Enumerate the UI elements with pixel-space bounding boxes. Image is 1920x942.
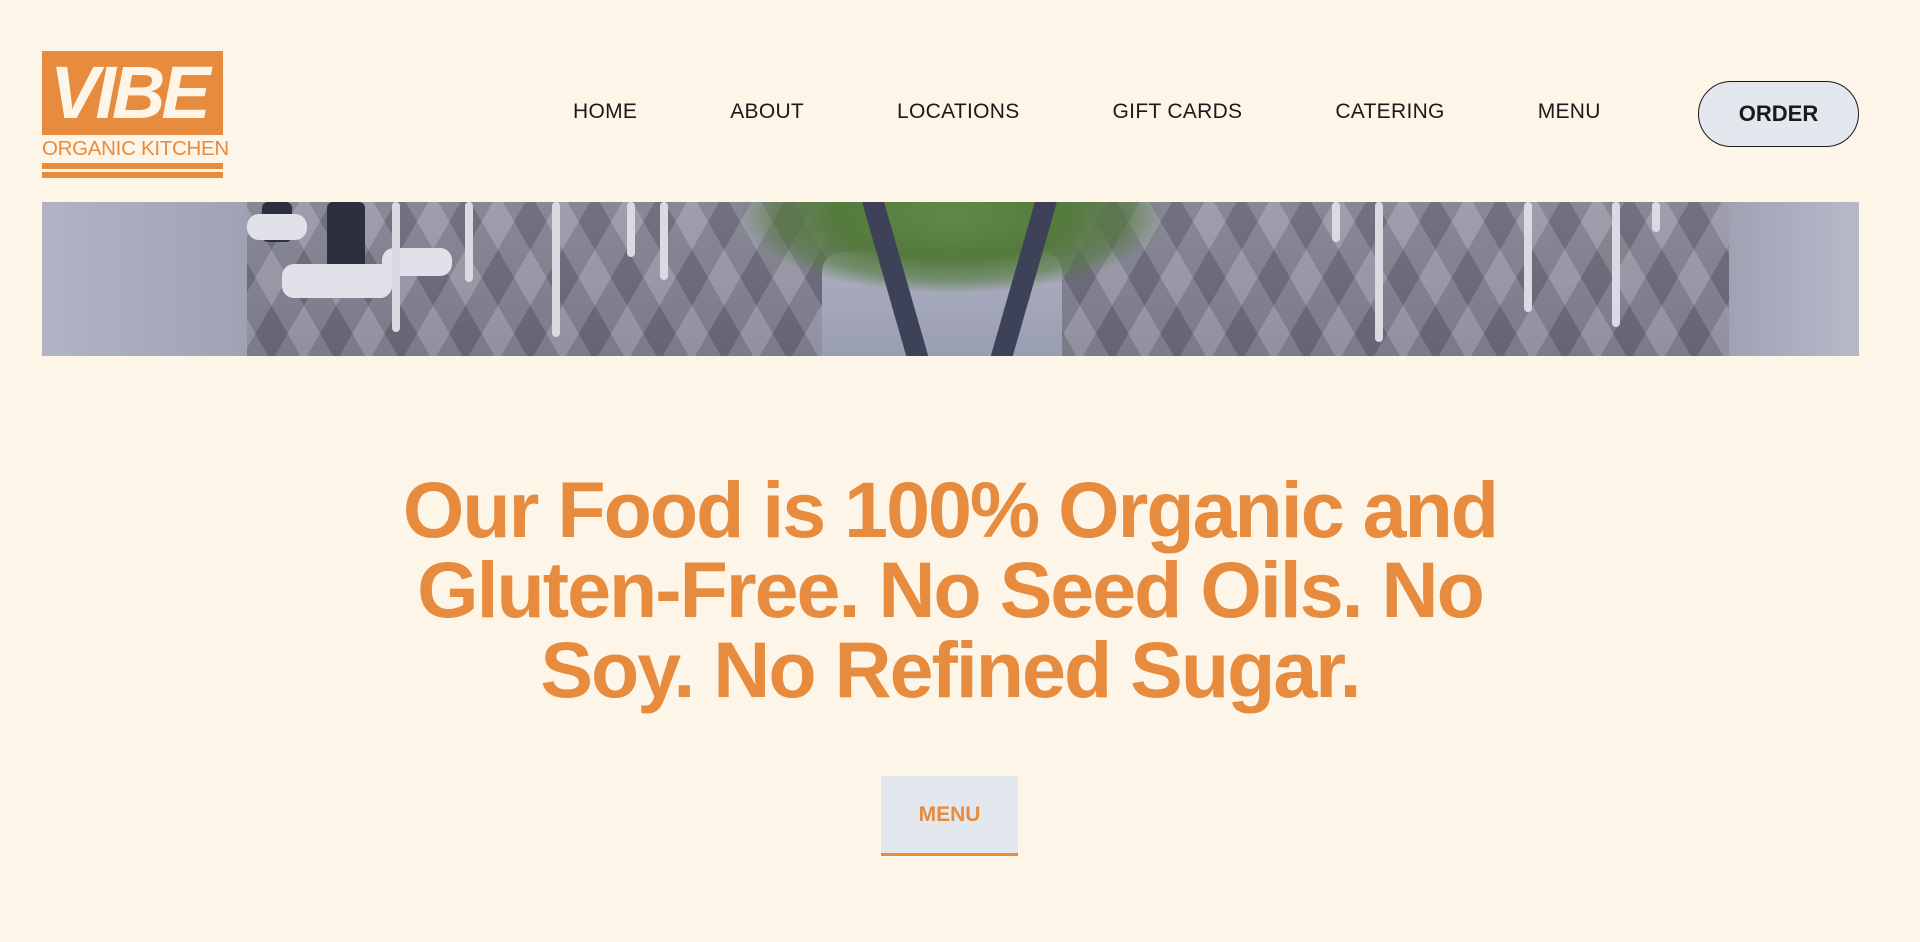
logo-subtitle-area: ORGANIC KITCHEN — [42, 135, 229, 178]
logo-stripe — [42, 172, 223, 178]
brand-logo[interactable]: VIBE ORGANIC KITCHEN — [42, 51, 229, 178]
nav-item-menu[interactable]: MENU — [1538, 100, 1601, 124]
logo-subtitle: ORGANIC KITCHEN — [42, 137, 229, 160]
hero-headline: Our Food is 100% Organic and Gluten-Free… — [402, 465, 1499, 714]
logo-mark: VIBE — [42, 51, 223, 135]
hero-image-overlay — [42, 202, 1859, 356]
hero-image — [42, 202, 1859, 356]
nav-item-about[interactable]: ABOUT — [730, 100, 804, 124]
page: VIBE ORGANIC KITCHEN HOME ABOUT LOCATION… — [0, 0, 1920, 942]
nav-item-gift-cards[interactable]: GIFT CARDS — [1113, 100, 1243, 124]
logo-wordmark: VIBE — [50, 51, 211, 134]
nav-item-home[interactable]: HOME — [573, 100, 637, 124]
nav-item-catering[interactable]: CATERING — [1335, 100, 1444, 124]
menu-button[interactable]: MENU — [881, 776, 1018, 856]
main-nav: HOME ABOUT LOCATIONS GIFT CARDS CATERING… — [573, 100, 1601, 124]
site-header: VIBE ORGANIC KITCHEN HOME ABOUT LOCATION… — [0, 0, 1920, 200]
order-button[interactable]: ORDER — [1698, 81, 1859, 147]
nav-item-locations[interactable]: LOCATIONS — [897, 100, 1020, 124]
logo-stripe — [42, 163, 223, 169]
